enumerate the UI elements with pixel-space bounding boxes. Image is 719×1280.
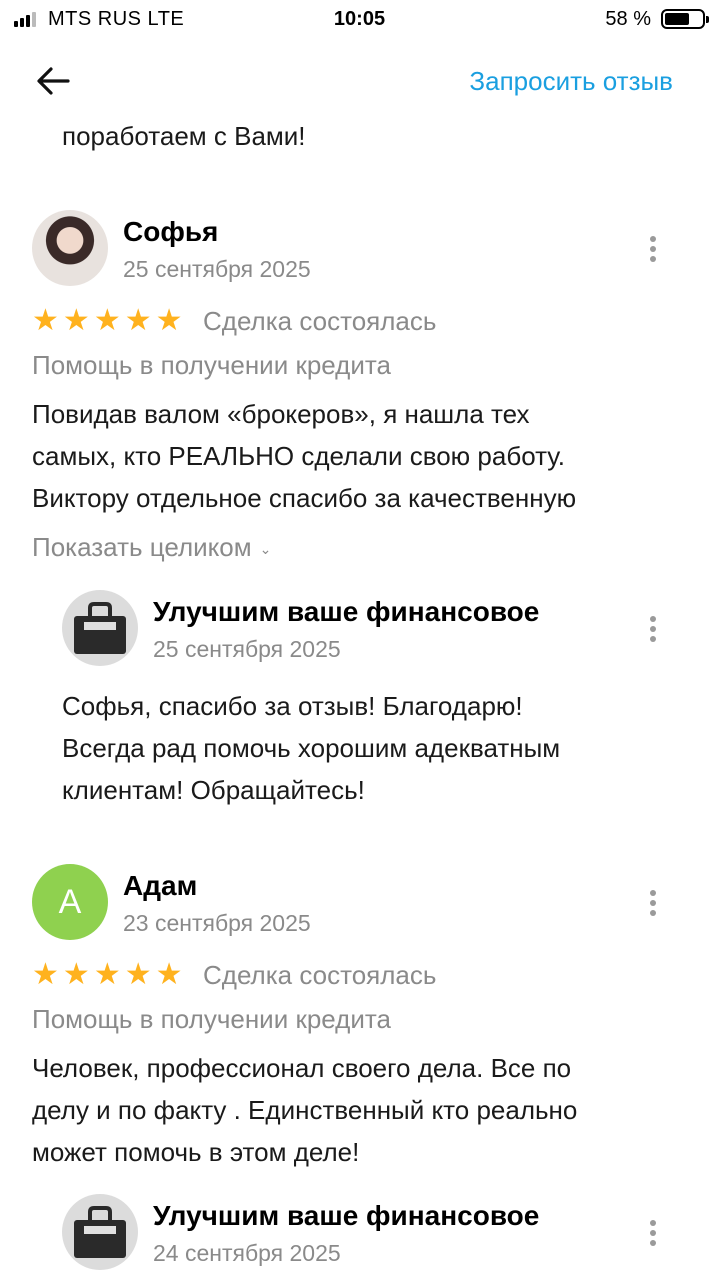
review-category: Помощь в получении кредита	[32, 1004, 391, 1034]
status-bar: MTS RUS LTE 10:05 58 %	[0, 0, 719, 40]
reply-date: 25 сентября 2025	[153, 636, 341, 662]
more-options-icon[interactable]	[643, 1216, 663, 1250]
more-options-icon[interactable]	[643, 232, 663, 266]
show-more-label: Показать целиком	[32, 532, 252, 562]
review-text-line: может помочь в этом деле!	[32, 1137, 360, 1167]
reply-text-line: Всегда рад помочь хорошим адекватным	[62, 733, 561, 763]
avatar[interactable]	[32, 210, 108, 286]
review-text-line: Виктору отдельное спасибо за качественну…	[32, 483, 577, 513]
star-icon: ★	[124, 304, 152, 337]
star-icon: ★	[32, 958, 59, 991]
star-icon: ★	[155, 304, 183, 337]
deal-status: Сделка состоялась	[203, 960, 437, 990]
review-date: 23 сентября 2025	[123, 910, 311, 936]
star-icon: ★	[62, 304, 90, 337]
review-category: Помощь в получении кредита	[32, 350, 391, 380]
briefcase-icon	[74, 602, 126, 654]
show-more-button[interactable]: Показать целиком ⌄	[32, 532, 271, 563]
reply-date: 24 сентября 2025	[153, 1240, 341, 1266]
briefcase-icon	[74, 1206, 126, 1258]
avatar[interactable]: A	[32, 864, 108, 940]
reply-text-line: клиентам! Обращайтесь!	[62, 775, 365, 805]
chevron-down-icon: ⌄	[259, 540, 272, 557]
battery-icon	[661, 9, 709, 29]
star-icon: ★	[32, 304, 59, 337]
avatar[interactable]	[62, 1194, 138, 1270]
star-icon: ★	[155, 958, 183, 991]
star-icon: ★	[93, 304, 121, 337]
previous-reply-tail: поработаем с Вами!	[62, 121, 306, 151]
review-author[interactable]: Адам	[123, 870, 197, 902]
review-author[interactable]: Софья	[123, 216, 218, 248]
back-button[interactable]	[32, 60, 74, 102]
battery-percent: 58 %	[605, 8, 651, 30]
more-options-icon[interactable]	[643, 612, 663, 646]
star-icon: ★	[93, 958, 121, 991]
more-options-icon[interactable]	[643, 886, 663, 920]
review-text-line: Человек, профессионал своего дела. Все п…	[32, 1053, 572, 1083]
arrow-left-icon	[37, 67, 70, 95]
avatar[interactable]	[62, 590, 138, 666]
star-icon: ★	[124, 958, 152, 991]
avatar-letter: A	[58, 882, 82, 921]
star-rating: ★ ★ ★ ★ ★	[32, 960, 183, 990]
review-text-line: Повидав валом «брокеров», я нашла тех	[32, 399, 530, 429]
star-icon: ★	[62, 958, 90, 991]
reply-author[interactable]: Улучшим ваше финансовое	[153, 596, 539, 628]
deal-status: Сделка состоялась	[203, 306, 437, 336]
star-rating: ★ ★ ★ ★ ★	[32, 306, 183, 336]
review-text-line: делу и по факту . Единственный кто реаль…	[32, 1095, 578, 1125]
review-date: 25 сентября 2025	[123, 256, 311, 282]
reply-text-line: Софья, спасибо за отзыв! Благодарю!	[62, 691, 523, 721]
request-review-link[interactable]: Запросить отзыв	[469, 66, 673, 97]
reply-author[interactable]: Улучшим ваше финансовое	[153, 1200, 539, 1232]
review-text-line: самых, кто РЕАЛЬНО сделали свою работу.	[32, 441, 565, 471]
